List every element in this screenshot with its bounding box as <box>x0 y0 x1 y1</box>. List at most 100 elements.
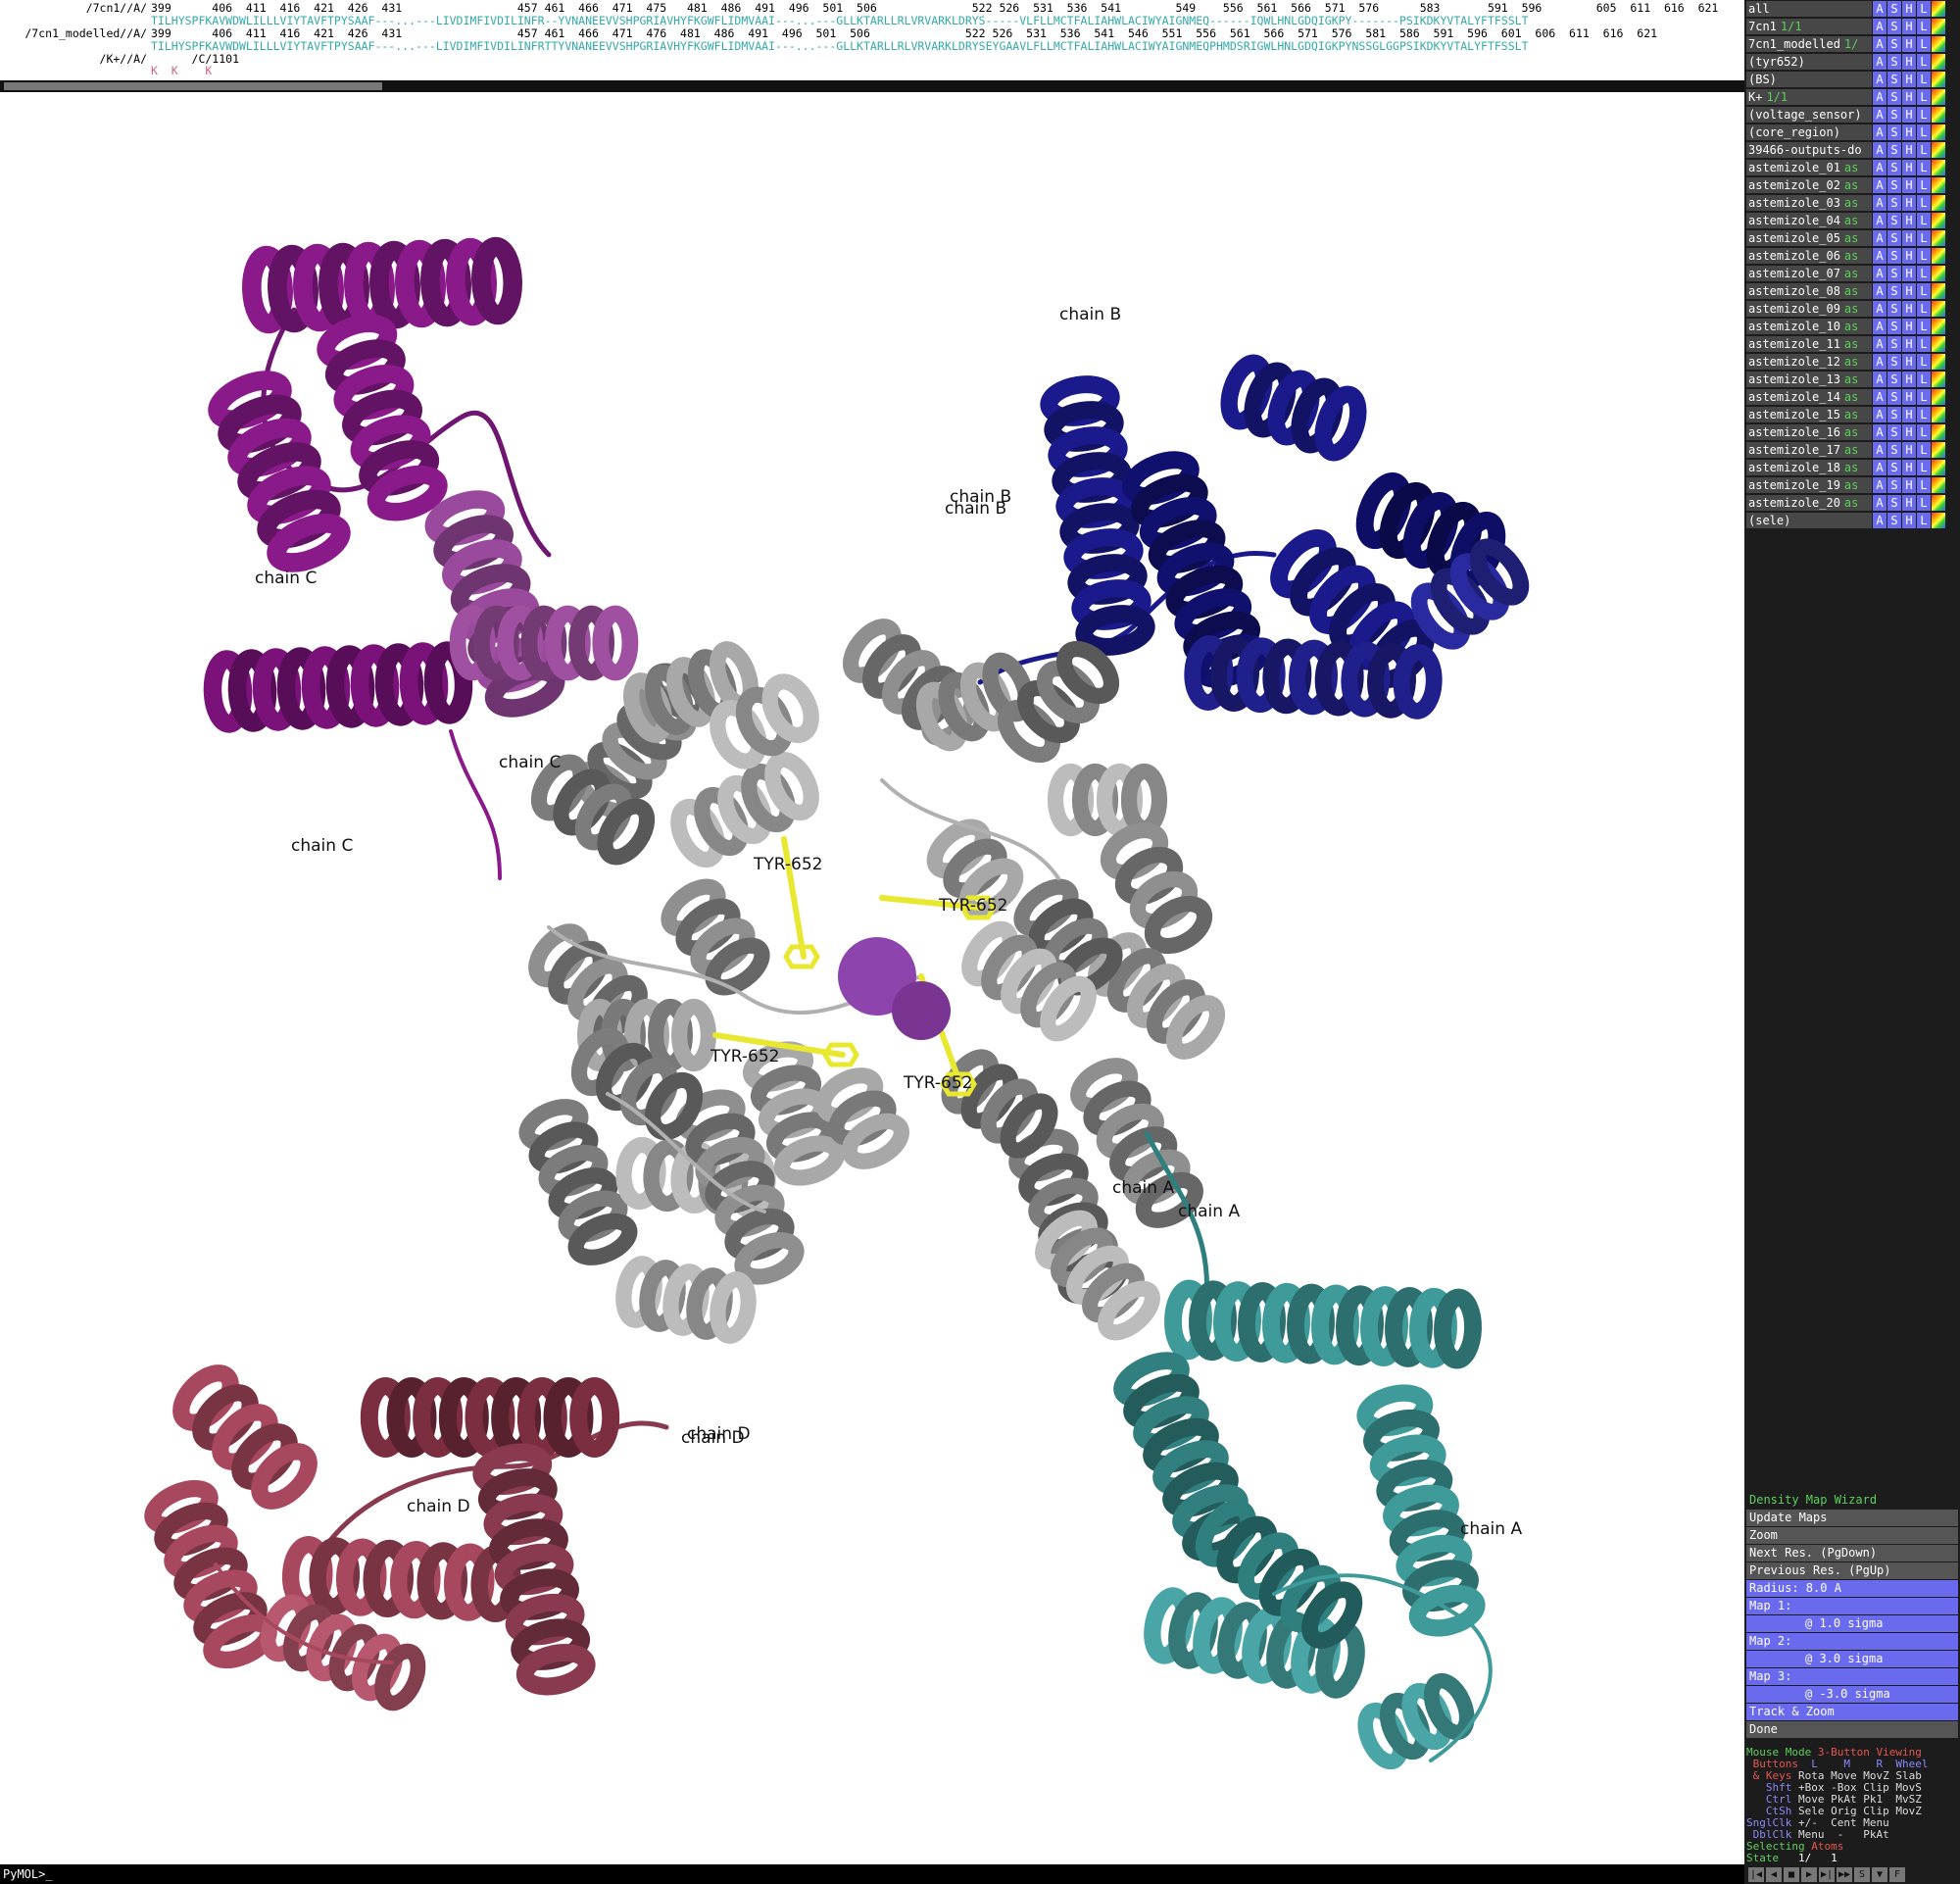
label-button[interactable]: L <box>1917 107 1931 123</box>
action-button[interactable]: A <box>1873 442 1886 458</box>
object-row[interactable]: astemizole_15 as A S H L <box>1744 407 1960 423</box>
show-button[interactable]: S <box>1887 54 1901 70</box>
object-name[interactable]: astemizole_01 as <box>1746 160 1872 175</box>
action-button[interactable]: A <box>1873 107 1886 123</box>
object-row[interactable]: 39466-outputs-do A S H L <box>1744 142 1960 159</box>
label-button[interactable]: L <box>1917 230 1931 246</box>
color-button[interactable] <box>1932 266 1945 281</box>
hide-button[interactable]: H <box>1902 72 1916 87</box>
hide-button[interactable]: H <box>1902 19 1916 34</box>
hide-button[interactable]: H <box>1902 107 1916 123</box>
object-row[interactable]: astemizole_17 as A S H L <box>1744 442 1960 459</box>
object-row[interactable]: astemizole_18 as A S H L <box>1744 460 1960 476</box>
action-button[interactable]: A <box>1873 319 1886 334</box>
object-row[interactable]: 7cn1 1/1 A S H L <box>1744 19 1960 35</box>
done-button[interactable]: Done <box>1746 1721 1958 1738</box>
object-name[interactable]: astemizole_20 as <box>1746 495 1872 511</box>
color-button[interactable] <box>1932 389 1945 405</box>
show-button[interactable]: S <box>1887 319 1901 334</box>
action-button[interactable]: A <box>1873 301 1886 317</box>
object-row[interactable]: astemizole_16 as A S H L <box>1744 424 1960 441</box>
hide-button[interactable]: H <box>1902 319 1916 334</box>
sequence-scrollbar[interactable] <box>0 80 1744 92</box>
show-button[interactable]: S <box>1887 160 1901 175</box>
label-button[interactable]: L <box>1917 195 1931 211</box>
label-button[interactable]: L <box>1917 213 1931 228</box>
color-button[interactable] <box>1932 89 1945 105</box>
hide-button[interactable]: H <box>1902 89 1916 105</box>
show-button[interactable]: S <box>1887 107 1901 123</box>
action-button[interactable]: A <box>1873 283 1886 299</box>
hide-button[interactable]: H <box>1902 354 1916 370</box>
action-button[interactable]: A <box>1873 460 1886 475</box>
object-name[interactable]: astemizole_02 as <box>1746 177 1872 193</box>
radius-button[interactable]: Radius: 8.0 A <box>1746 1580 1958 1597</box>
action-button[interactable]: A <box>1873 336 1886 352</box>
map3-button[interactable]: Map 3: <box>1746 1668 1958 1685</box>
stop-icon[interactable]: ■ <box>1784 1867 1799 1882</box>
action-button[interactable]: A <box>1873 19 1886 34</box>
hide-button[interactable]: H <box>1902 177 1916 193</box>
action-button[interactable]: A <box>1873 266 1886 281</box>
action-button[interactable]: A <box>1873 72 1886 87</box>
show-button[interactable]: S <box>1887 36 1901 52</box>
color-button[interactable] <box>1932 36 1945 52</box>
hide-button[interactable]: H <box>1902 1 1916 17</box>
show-button[interactable]: S <box>1887 213 1901 228</box>
color-button[interactable] <box>1932 54 1945 70</box>
label-button[interactable]: L <box>1917 266 1931 281</box>
object-row[interactable]: (sele) A S H L <box>1744 513 1960 529</box>
show-button[interactable]: S <box>1887 424 1901 440</box>
object-row[interactable]: astemizole_20 as A S H L <box>1744 495 1960 512</box>
label-button[interactable]: L <box>1917 336 1931 352</box>
object-name[interactable]: K+ 1/1 <box>1746 89 1872 105</box>
object-row[interactable]: astemizole_09 as A S H L <box>1744 301 1960 318</box>
show-button[interactable]: S <box>1887 1 1901 17</box>
command-line[interactable]: PyMOL>_ <box>0 1864 1744 1884</box>
object-name[interactable]: astemizole_19 as <box>1746 477 1872 493</box>
object-name[interactable]: astemizole_06 as <box>1746 248 1872 264</box>
color-button[interactable] <box>1932 460 1945 475</box>
color-button[interactable] <box>1932 107 1945 123</box>
hide-button[interactable]: H <box>1902 372 1916 387</box>
fast-forward-icon[interactable]: ▶▶ <box>1837 1867 1852 1882</box>
step-forward-icon[interactable]: ▶| <box>1819 1867 1835 1882</box>
action-button[interactable]: A <box>1873 248 1886 264</box>
label-button[interactable]: L <box>1917 460 1931 475</box>
object-row[interactable]: astemizole_13 as A S H L <box>1744 372 1960 388</box>
color-button[interactable] <box>1932 177 1945 193</box>
show-button[interactable]: S <box>1887 372 1901 387</box>
map1-sigma-button[interactable]: @ 1.0 sigma <box>1746 1615 1958 1632</box>
action-button[interactable]: A <box>1873 89 1886 105</box>
color-button[interactable] <box>1932 1 1945 17</box>
sequence-text[interactable]: TILHYSPFKAVWDWLILLLVIYTAVFTPYSAAF---...-… <box>151 40 1529 53</box>
object-name[interactable]: (core_region) <box>1746 124 1872 140</box>
label-button[interactable]: L <box>1917 177 1931 193</box>
sequence-viewer[interactable]: /7cn1//A/399 406 411 416 421 426 431 457… <box>0 0 1744 94</box>
show-button[interactable]: S <box>1887 477 1901 493</box>
molecular-viewport[interactable]: chain Bchain Bchain Bchain Cchain Cchain… <box>0 94 1744 1864</box>
object-row[interactable]: (voltage_sensor) A S H L <box>1744 107 1960 124</box>
object-name[interactable]: astemizole_07 as <box>1746 266 1872 281</box>
object-row[interactable]: (tyr652) A S H L <box>1744 54 1960 71</box>
show-button[interactable]: S <box>1887 301 1901 317</box>
hide-button[interactable]: H <box>1902 407 1916 422</box>
color-button[interactable] <box>1932 19 1945 34</box>
action-button[interactable]: A <box>1873 407 1886 422</box>
label-button[interactable]: L <box>1917 36 1931 52</box>
color-button[interactable] <box>1932 407 1945 422</box>
show-button[interactable]: S <box>1887 407 1901 422</box>
zoom-button[interactable]: Zoom <box>1746 1527 1958 1544</box>
color-button[interactable] <box>1932 142 1945 158</box>
show-button[interactable]: S <box>1887 248 1901 264</box>
color-button[interactable] <box>1932 230 1945 246</box>
label-button[interactable]: L <box>1917 19 1931 34</box>
hide-button[interactable]: H <box>1902 477 1916 493</box>
object-row[interactable]: 7cn1_modelled 1/A S H L <box>1744 36 1960 53</box>
object-row[interactable]: astemizole_03 as A S H L <box>1744 195 1960 212</box>
label-button[interactable]: L <box>1917 424 1931 440</box>
label-button[interactable]: L <box>1917 477 1931 493</box>
hide-button[interactable]: H <box>1902 124 1916 140</box>
color-button[interactable] <box>1932 513 1945 528</box>
action-button[interactable]: A <box>1873 36 1886 52</box>
